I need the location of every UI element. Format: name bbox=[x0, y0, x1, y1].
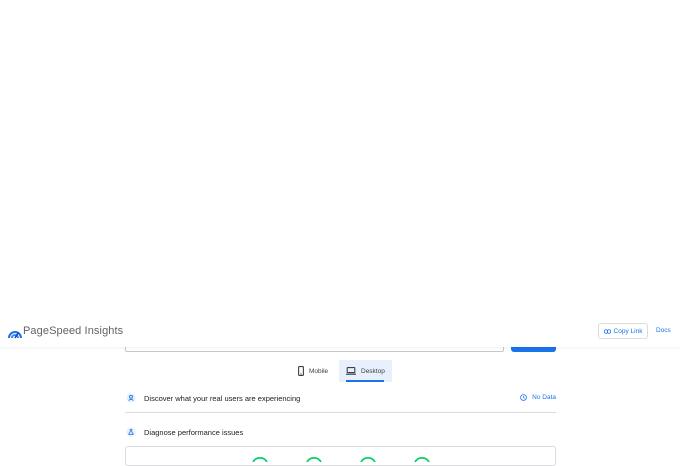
scores-card bbox=[125, 446, 556, 466]
copy-link-label: Copy Link bbox=[613, 327, 643, 335]
link-icon bbox=[603, 328, 611, 334]
tab-mobile-label: Mobile bbox=[309, 367, 329, 375]
lab-flask-icon bbox=[126, 427, 136, 437]
score-gauge-icon bbox=[306, 456, 322, 462]
tab-mobile[interactable]: Mobile bbox=[292, 360, 335, 382]
tab-desktop-label: Desktop bbox=[361, 367, 385, 375]
phone-icon bbox=[298, 366, 304, 376]
users-icon bbox=[126, 393, 136, 403]
lab-data-section: Diagnose performance issues bbox=[125, 424, 556, 442]
no-data-indicator[interactable]: No Data bbox=[520, 394, 556, 401]
tab-desktop[interactable]: Desktop bbox=[339, 360, 392, 382]
field-data-title: Discover what your real users are experi… bbox=[144, 394, 301, 403]
no-data-label: No Data bbox=[532, 394, 556, 401]
copy-link-button[interactable]: Copy Link bbox=[598, 323, 648, 339]
tab-desktop-underline bbox=[346, 380, 384, 382]
field-data-section: Discover what your real users are experi… bbox=[125, 390, 556, 413]
lab-data-title: Diagnose performance issues bbox=[144, 428, 244, 437]
top-bar: PageSpeed Insights Copy Link Docs bbox=[0, 318, 680, 347]
score-gauge-icon bbox=[360, 456, 376, 462]
clock-icon bbox=[520, 394, 527, 401]
pagespeed-logo-icon bbox=[8, 331, 22, 339]
blank-page-area bbox=[0, 0, 680, 318]
docs-link[interactable]: Docs bbox=[656, 327, 671, 334]
laptop-icon bbox=[346, 367, 356, 375]
score-gauge-icon bbox=[414, 456, 430, 462]
app-title: PageSpeed Insights bbox=[23, 325, 124, 337]
score-gauge-icon bbox=[252, 456, 268, 462]
